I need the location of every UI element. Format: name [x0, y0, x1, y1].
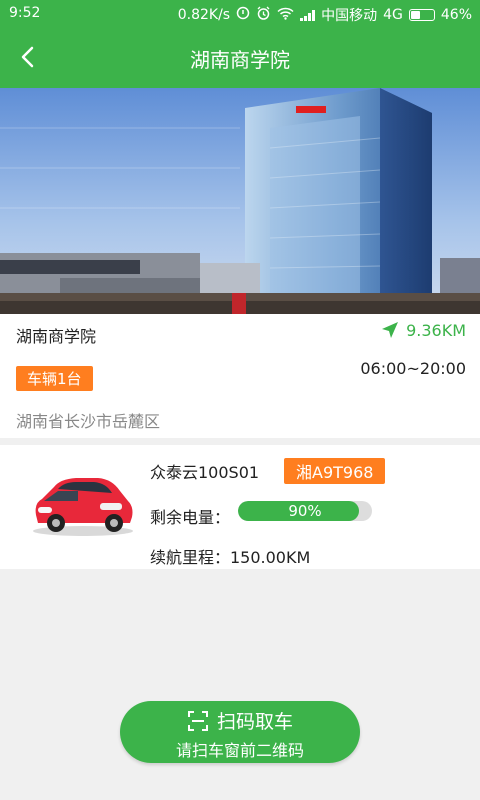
data-saver-icon — [236, 6, 250, 24]
scan-button-label: 扫码取车 — [216, 711, 293, 733]
status-bar: 9:52 0.82K/s 中国移动 4G 46% — [0, 0, 480, 27]
car-image — [33, 478, 133, 536]
car-model: 众泰云100S01 — [150, 463, 260, 482]
battery-icon — [408, 9, 435, 21]
driving-range: 续航里程：150.00KM — [150, 548, 311, 567]
scan-icon — [187, 710, 208, 731]
vehicle-card[interactable]: 众泰云100S01 湘A9T968 剩余电量： 90% 续航里程：150.00K… — [0, 445, 480, 569]
opening-hours: 06:00~20:00 — [360, 359, 466, 378]
battery-percent: 46% — [440, 7, 472, 23]
status-time: 9:52 — [9, 5, 41, 21]
battery-progress-text: 90% — [288, 502, 322, 520]
station-photo — [0, 88, 480, 314]
network-type: 4G — [383, 7, 403, 23]
license-plate-badge: 湘A9T968 — [284, 458, 386, 484]
scan-to-pickup-button[interactable]: 扫码取车 请扫车窗前二维码 — [120, 701, 360, 763]
station-info-card: 湖南商学院 9.36KM 车辆1台 06:00~20:00 湖南省长沙市岳麓区 — [0, 314, 480, 438]
alarm-icon — [256, 6, 271, 25]
network-speed: 0.82K/s — [177, 7, 231, 23]
signal-icon — [300, 9, 316, 21]
carrier-name: 中国移动 — [321, 8, 378, 24]
station-name: 湖南商学院 — [16, 327, 97, 346]
distance-text: 9.36KM — [406, 320, 466, 340]
station-distance[interactable]: 9.36KM — [380, 320, 466, 340]
battery-progress-bar: 90% — [238, 501, 372, 521]
station-address: 湖南省长沙市岳麓区 — [16, 412, 161, 431]
scan-button-subtitle: 请扫车窗前二维码 — [175, 741, 304, 760]
app-header: 湖南商学院 — [0, 27, 480, 88]
navigation-arrow-icon — [382, 322, 399, 338]
battery-label: 剩余电量： — [150, 508, 231, 527]
wifi-icon — [277, 7, 294, 24]
page-title: 湖南商学院 — [190, 48, 290, 72]
vehicle-count-badge: 车辆1台 — [16, 366, 93, 391]
